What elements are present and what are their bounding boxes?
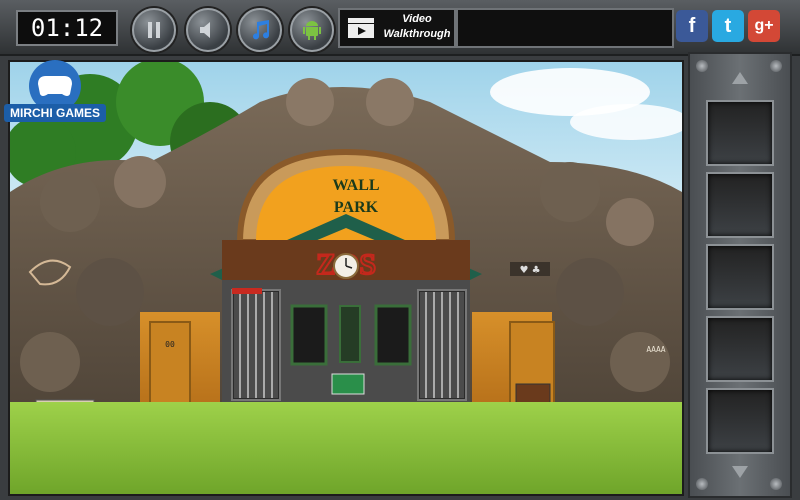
googleplus-icon: g+ [754, 17, 774, 34]
right-gate[interactable] [417, 289, 467, 401]
center-panel[interactable] [339, 305, 361, 363]
inventory-slot-4[interactable] [706, 316, 774, 382]
music-button[interactable] [238, 8, 282, 52]
top-bar: 01:12 Video Walkthrough f t g+ [0, 0, 800, 56]
sound-button[interactable] [186, 8, 230, 52]
music-note-icon [253, 20, 270, 40]
inventory-slot-3[interactable] [706, 244, 774, 310]
left-gate[interactable] [231, 288, 281, 401]
wall-clock[interactable] [333, 253, 359, 279]
scroll-down-arrow-icon[interactable] [728, 458, 752, 482]
bolt-icon [770, 478, 782, 490]
facebook-button[interactable]: f [676, 10, 708, 42]
inventory-slot-5[interactable] [706, 388, 774, 454]
android-button[interactable] [290, 8, 334, 52]
twitter-icon: t [724, 15, 732, 37]
bolt-icon [770, 60, 782, 72]
bolt-icon [696, 478, 708, 490]
center-keypad[interactable] [331, 373, 365, 395]
video-label-line1: Video [402, 13, 432, 25]
clapperboard-icon [348, 18, 374, 38]
twitter-button[interactable]: t [712, 10, 744, 42]
android-icon [303, 21, 321, 40]
facebook-icon: f [688, 15, 696, 37]
left-door-digits: 00 [165, 340, 175, 349]
video-walkthrough-label: Video Walkthrough [382, 12, 452, 42]
timer-display: 01:12 [16, 10, 118, 46]
scroll-up-arrow-icon[interactable] [728, 68, 752, 92]
googleplus-button[interactable]: g+ [748, 10, 780, 42]
right-code-symbols[interactable]: AAAA [646, 345, 665, 354]
speaker-icon [200, 22, 210, 38]
video-label-line2: Walkthrough [383, 28, 451, 40]
grass-ground [10, 402, 682, 494]
scene-artwork: WALL PARK ZOS [10, 62, 682, 494]
left-window[interactable] [290, 304, 328, 366]
video-walkthrough-button[interactable]: Video Walkthrough [338, 8, 456, 48]
sign-text-line1: WALL [332, 177, 379, 194]
inventory-slot-1[interactable] [706, 100, 774, 166]
logo-text: MIRCHI GAMES [4, 104, 106, 122]
pause-icon [148, 22, 160, 38]
sign-text-line2: PARK [334, 199, 379, 216]
svg-text:♥ ♣: ♥ ♣ [519, 265, 540, 276]
pause-button[interactable] [132, 8, 176, 52]
card-suit-symbols[interactable]: ♥ ♣ [510, 262, 550, 276]
inventory-slot-2[interactable] [706, 172, 774, 238]
bolt-icon [696, 60, 708, 72]
inventory-panel [688, 52, 792, 498]
message-bar [456, 8, 674, 48]
right-window[interactable] [374, 304, 412, 366]
